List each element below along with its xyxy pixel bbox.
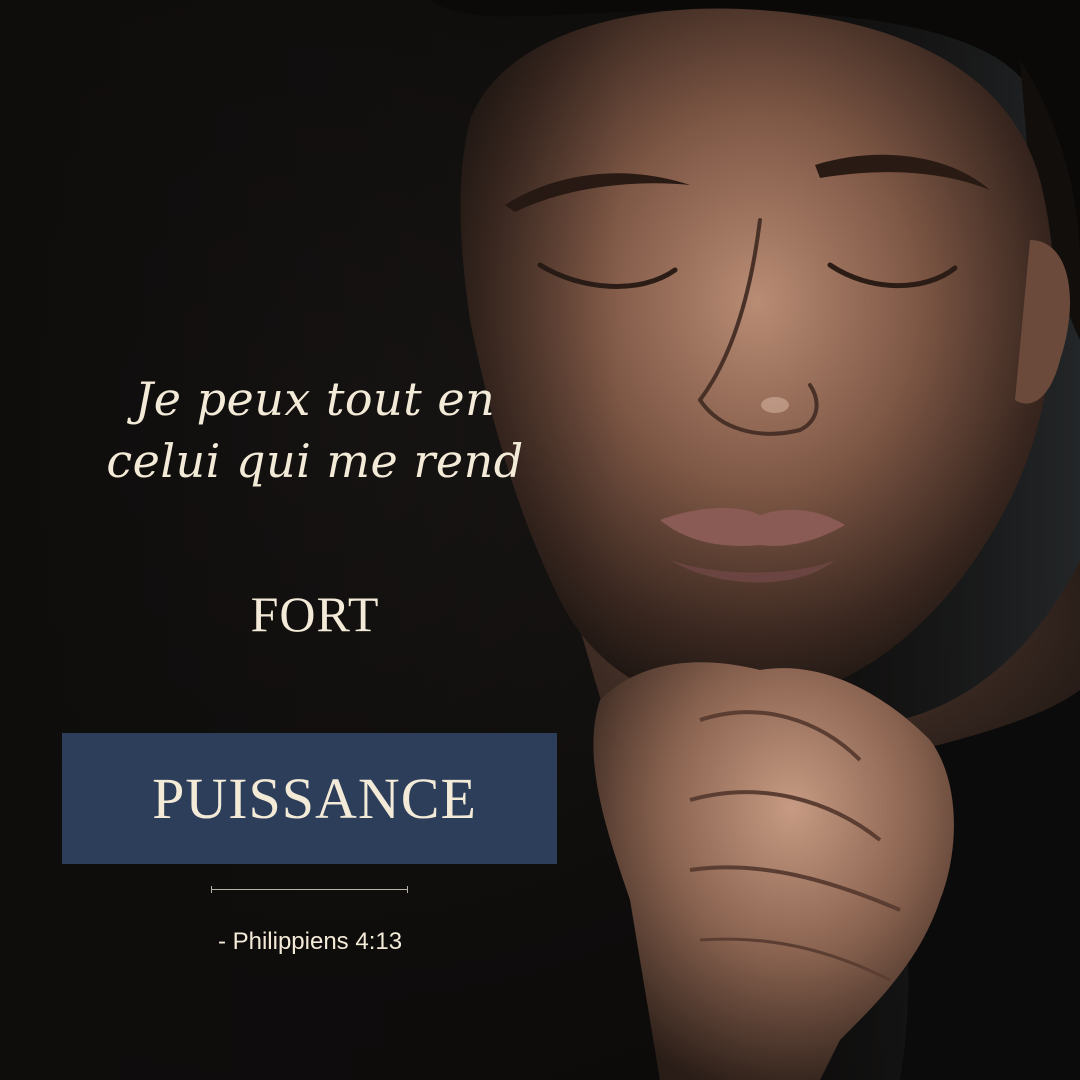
praying-woman-photo — [0, 0, 1080, 1080]
theme-banner: PUISSANCE — [62, 733, 557, 864]
verse-line-2: celui qui me rend — [106, 434, 524, 488]
verse-keyword: FORT — [250, 586, 380, 642]
verse-reference: - Philippiens 4:13 — [217, 928, 403, 955]
theme-banner-label: PUISSANCE — [152, 766, 477, 831]
divider-line — [211, 886, 408, 893]
post-canvas: Je peux tout en celui qui me rend FORT P… — [0, 0, 1080, 1080]
verse-quote: Je peux tout en celui qui me rend — [80, 368, 550, 492]
verse-line-1: Je peux tout en — [134, 372, 496, 426]
